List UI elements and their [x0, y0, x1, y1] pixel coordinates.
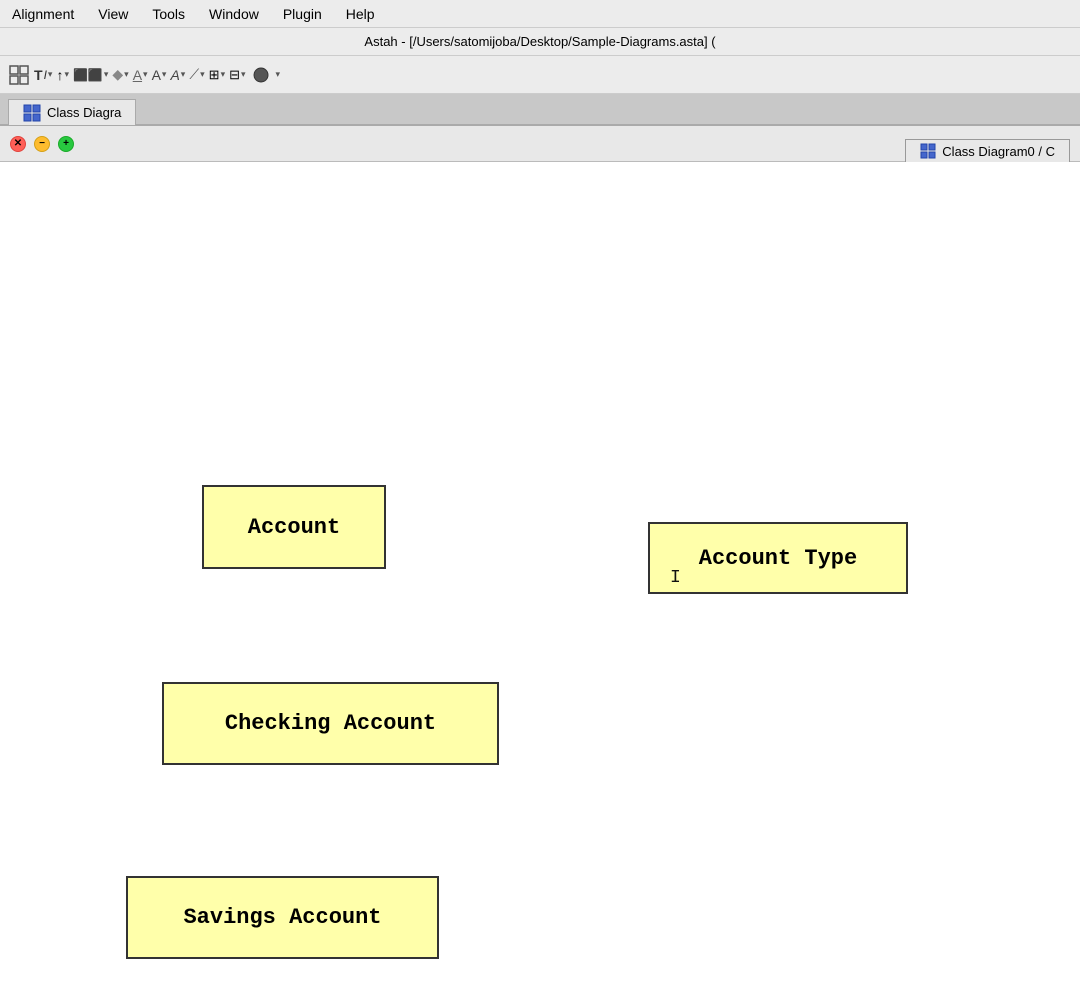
maximize-button[interactable]: + [58, 136, 74, 152]
canvas-area[interactable]: Account Account Type I Checking Account … [0, 162, 1080, 1008]
checking-account-class[interactable]: Checking Account [162, 682, 499, 765]
menu-window[interactable]: Window [209, 6, 259, 22]
outer-tab-label: Class Diagra [47, 105, 121, 120]
toolbar-grid-icon[interactable] [8, 64, 30, 86]
menu-tools[interactable]: Tools [152, 6, 185, 22]
inner-tab-icon [920, 143, 936, 159]
toolbar-layout-btn[interactable]: ⬛⬛ ▾ [73, 68, 108, 82]
minimize-button[interactable]: − [34, 136, 50, 152]
toolbar-font-btn[interactable]: A ▾ [152, 67, 167, 83]
checking-account-label: Checking Account [225, 711, 436, 736]
main-toolbar: T I ▾ ↑ ▾ ⬛⬛ ▾ ◆ ▾ A ▾ A ▾ A ▾ ⟋ ▾ ⊞ ▾ ⊟… [0, 56, 1080, 94]
toolbar-arrange-btn[interactable]: ↑ ▾ [56, 67, 69, 83]
toolbar-text-btn[interactable]: T I ▾ [34, 67, 52, 83]
menu-help[interactable]: Help [346, 6, 375, 22]
toolbar-circle-icon[interactable] [250, 64, 272, 86]
menu-bar: Alignment View Tools Window Plugin Help [0, 0, 1080, 28]
toolbar-dash-btn[interactable]: ⟋ ▾ [189, 66, 204, 83]
toolbar-font2-btn[interactable]: A ▾ [170, 67, 185, 83]
outer-tab-bar: Class Diagra [0, 94, 1080, 126]
toolbar-export-btn[interactable]: ⊟ ▾ [229, 67, 245, 83]
inner-tab-label: Class Diagram0 / C [942, 144, 1055, 159]
app-title: Astah - [/Users/satomijoba/Desktop/Sampl… [364, 34, 715, 49]
window-bar: ✕ − + Class Diagram0 / C [0, 126, 1080, 162]
title-bar: Astah - [/Users/satomijoba/Desktop/Sampl… [0, 28, 1080, 56]
toolbar-line-btn[interactable]: A ▾ [133, 67, 148, 83]
menu-plugin[interactable]: Plugin [283, 6, 322, 22]
inner-tab-container: Class Diagram0 / C [905, 126, 1070, 162]
account-type-class[interactable]: Account Type I [648, 522, 908, 594]
account-type-label: Account Type [699, 546, 857, 571]
outer-tab[interactable]: Class Diagra [8, 99, 136, 125]
account-label: Account [248, 515, 340, 540]
close-button[interactable]: ✕ [10, 136, 26, 152]
toolbar-fill-btn[interactable]: ◆ ▾ [112, 66, 128, 83]
menu-view[interactable]: View [98, 6, 128, 22]
menu-alignment[interactable]: Alignment [12, 6, 74, 22]
toolbar-dark-btn[interactable]: ▾ [276, 69, 281, 80]
savings-account-class[interactable]: Savings Account [126, 876, 439, 959]
inner-tab[interactable]: Class Diagram0 / C [905, 139, 1070, 163]
savings-account-label: Savings Account [183, 905, 381, 930]
toolbar-table-btn[interactable]: ⊞ ▾ [209, 67, 225, 83]
class-diagram-icon [23, 104, 41, 122]
account-class[interactable]: Account [202, 485, 386, 569]
